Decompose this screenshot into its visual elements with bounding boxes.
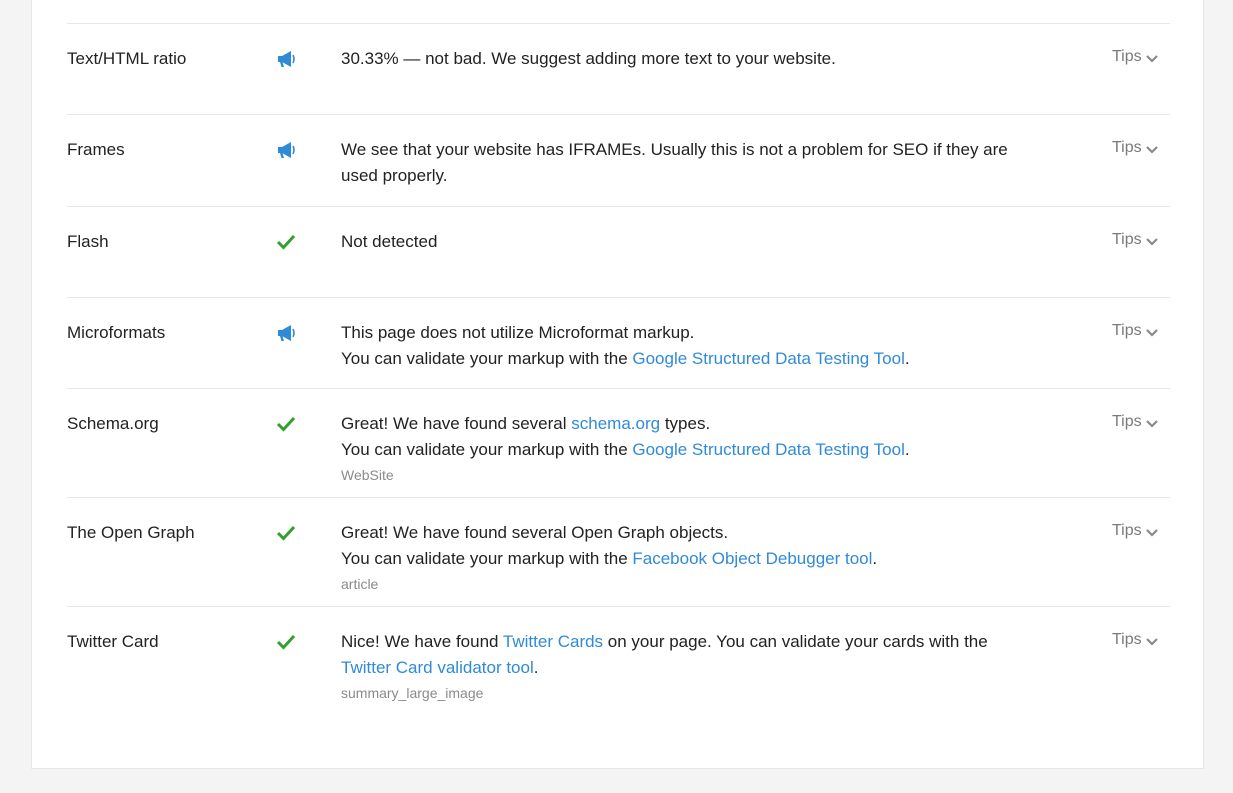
validate-text: You can validate your markup with the: [341, 549, 633, 568]
check-icon: [274, 230, 298, 254]
period: .: [533, 658, 539, 677]
period: .: [904, 349, 910, 368]
chevron-down-icon: [1145, 637, 1158, 646]
report-row-frames: Frames We see that your website has IFRA…: [67, 114, 1170, 206]
twitter-cards-link[interactable]: Twitter Cards: [503, 632, 603, 651]
report-row-flash: Flash Not detected Tips: [67, 206, 1170, 297]
row-label: Twitter Card: [67, 632, 159, 651]
row-content: Great! We have found several schema.org …: [341, 411, 1041, 484]
validate-text: You can validate your markup with the: [341, 349, 633, 368]
chevron-down-icon: [1145, 528, 1158, 537]
tips-toggle[interactable]: Tips: [1112, 631, 1158, 649]
report-row-twitter-card: Twitter Card Nice! We have found Twitter…: [67, 606, 1170, 726]
detected-type: article: [341, 576, 379, 592]
row-message: This page does not utilize Microformat m…: [341, 323, 695, 342]
tips-toggle[interactable]: Tips: [1112, 48, 1158, 66]
row-label: Schema.org: [67, 414, 159, 433]
twitter-validator-link[interactable]: Twitter Card validator tool: [341, 658, 534, 677]
tips-label: Tips: [1112, 322, 1142, 339]
row-message: Not detected: [341, 232, 438, 251]
check-icon: [274, 630, 298, 654]
tips-toggle[interactable]: Tips: [1112, 522, 1158, 540]
detected-type: summary_large_image: [341, 685, 484, 701]
row-message-continued: You can validate your markup with the Go…: [341, 437, 1041, 463]
tips-toggle[interactable]: Tips: [1112, 322, 1158, 340]
row-label: Frames: [67, 140, 125, 159]
chevron-down-icon: [1145, 54, 1158, 63]
row-message-continued: used properly.: [341, 166, 448, 185]
row-label: Flash: [67, 232, 109, 251]
chevron-down-icon: [1145, 419, 1158, 428]
megaphone-icon: [274, 47, 298, 71]
check-icon: [274, 412, 298, 436]
found-text: Great! We have found several: [341, 414, 572, 433]
google-structured-data-link[interactable]: Google Structured Data Testing Tool: [632, 349, 904, 368]
megaphone-icon: [274, 321, 298, 345]
report-row-open-graph: The Open Graph Great! We have found seve…: [67, 497, 1170, 606]
seo-report-card: Text/HTML ratio 30.33% — not bad. We sug…: [31, 0, 1204, 769]
tips-label: Tips: [1112, 522, 1142, 539]
schema-org-link[interactable]: schema.org: [571, 414, 660, 433]
row-content: We see that your website has IFRAMEs. Us…: [341, 137, 1041, 189]
row-content: Great! We have found several Open Graph …: [341, 520, 1041, 593]
tips-label: Tips: [1112, 631, 1142, 648]
row-message-continued: You can validate your markup with the Go…: [341, 346, 1041, 372]
chevron-down-icon: [1145, 328, 1158, 337]
period: .: [872, 549, 878, 568]
detected-type: WebSite: [341, 467, 394, 483]
report-row-microformats: Microformats This page does not utilize …: [67, 297, 1170, 388]
row-content: 30.33% — not bad. We suggest adding more…: [341, 46, 1041, 72]
row-message: Great! We have found several Open Graph …: [341, 523, 729, 542]
found-text: Nice! We have found: [341, 632, 503, 651]
tips-toggle[interactable]: Tips: [1112, 231, 1158, 249]
report-row-text-html-ratio: Text/HTML ratio 30.33% — not bad. We sug…: [67, 23, 1170, 114]
row-content: Not detected: [341, 229, 1041, 255]
period: .: [904, 440, 910, 459]
google-structured-data-link[interactable]: Google Structured Data Testing Tool: [632, 440, 904, 459]
row-label: Text/HTML ratio: [67, 49, 187, 68]
megaphone-icon: [274, 138, 298, 162]
tips-label: Tips: [1112, 48, 1142, 65]
tips-label: Tips: [1112, 413, 1142, 430]
row-message-continued: You can validate your markup with the Fa…: [341, 546, 1041, 572]
tips-label: Tips: [1112, 139, 1142, 156]
row-content: This page does not utilize Microformat m…: [341, 320, 1041, 372]
tips-toggle[interactable]: Tips: [1112, 413, 1158, 431]
report-rows: Text/HTML ratio 30.33% — not bad. We sug…: [67, 23, 1170, 726]
check-icon: [274, 521, 298, 545]
validate-text: on your page. You can validate your card…: [603, 632, 988, 651]
row-message: We see that your website has IFRAMEs. Us…: [341, 140, 1008, 159]
row-content: Nice! We have found Twitter Cards on you…: [341, 629, 1041, 702]
row-message: Great! We have found several schema.org …: [341, 411, 1041, 437]
tips-toggle[interactable]: Tips: [1112, 139, 1158, 157]
facebook-debugger-link[interactable]: Facebook Object Debugger tool: [632, 549, 872, 568]
row-label: Microformats: [67, 323, 166, 342]
chevron-down-icon: [1145, 145, 1158, 154]
row-label: The Open Graph: [67, 523, 195, 542]
tips-label: Tips: [1112, 231, 1142, 248]
validate-text: You can validate your markup with the: [341, 440, 633, 459]
row-message: Nice! We have found Twitter Cards on you…: [341, 629, 1041, 655]
row-message-continued: Twitter Card validator tool.: [341, 655, 1041, 681]
chevron-down-icon: [1145, 237, 1158, 246]
row-message: 30.33% — not bad. We suggest adding more…: [341, 49, 836, 68]
report-row-schema-org: Schema.org Great! We have found several …: [67, 388, 1170, 497]
types-text: types.: [660, 414, 711, 433]
